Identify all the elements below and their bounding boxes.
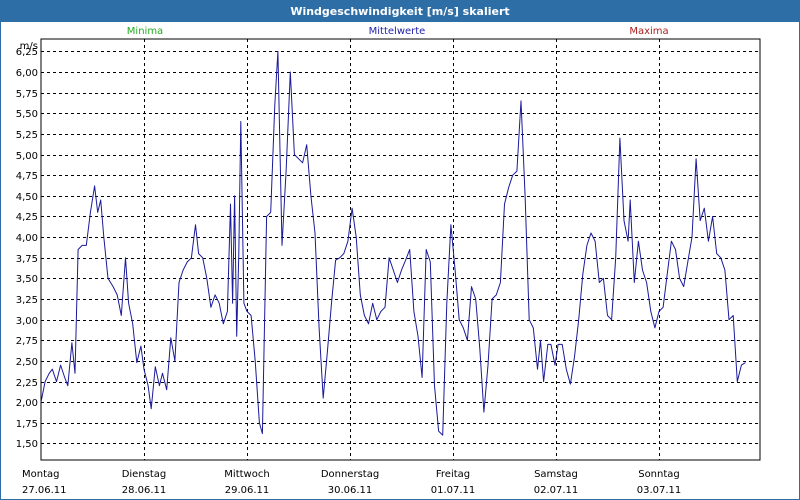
y-tick-label: 2,75 <box>16 336 38 347</box>
y-tick-label: 4,50 <box>16 192 38 203</box>
x-tick-date: 28.06.11 <box>122 485 167 496</box>
x-tick-day: Sonntag <box>638 469 680 480</box>
y-tick-label: 3,25 <box>16 295 38 306</box>
y-tick-label: 4,25 <box>16 212 38 223</box>
wind-speed-chart: 1,50 1,75 2,00 2,25 2,50 2,75 3,00 3,25 3,50 3,75… <box>16 26 761 496</box>
y-tick-label: 2,00 <box>16 398 38 409</box>
x-tick-date: 27.06.11 <box>22 485 67 496</box>
y-tick-label: 2,50 <box>16 357 38 368</box>
x-tick-date: 29.06.11 <box>225 485 270 496</box>
y-tick-label: 4,00 <box>16 233 38 244</box>
y-tick-label: 6,00 <box>16 68 38 79</box>
x-tick-date: 03.07.11 <box>637 485 682 496</box>
y-tick-label: 3,75 <box>16 254 38 265</box>
y-tick-label: 5,25 <box>16 130 38 141</box>
legend-mittelwerte: Mittelwerte <box>369 26 426 37</box>
x-tick-day: Mittwoch <box>224 469 269 480</box>
y-tick-label: 3,00 <box>16 316 38 327</box>
x-tick-day: Donnerstag <box>321 469 379 480</box>
y-tick-label: 2,25 <box>16 378 38 389</box>
y-tick-label: 1,50 <box>16 439 38 450</box>
y-axis-label: m/s <box>20 41 38 52</box>
y-tick-label: 5,50 <box>16 109 38 120</box>
y-tick-label: 5,75 <box>16 89 38 100</box>
plot-area <box>40 38 761 461</box>
x-tick-day: Dienstag <box>122 469 167 480</box>
y-tick-label: 5,00 <box>16 151 38 162</box>
y-tick-label: 4,75 <box>16 171 38 182</box>
x-tick-day: Freitag <box>436 469 470 480</box>
x-tick-date: 01.07.11 <box>431 485 476 496</box>
x-tick-date: 30.06.11 <box>328 485 373 496</box>
legend-minima: Minima <box>127 26 163 37</box>
x-tick-day: Montag <box>22 469 59 480</box>
y-tick-label: 3,50 <box>16 274 38 285</box>
legend-maxima: Maxima <box>629 26 668 37</box>
x-tick-day: Samstag <box>534 469 578 480</box>
y-tick-label: 1,75 <box>16 419 38 430</box>
x-tick-date: 02.07.11 <box>534 485 579 496</box>
